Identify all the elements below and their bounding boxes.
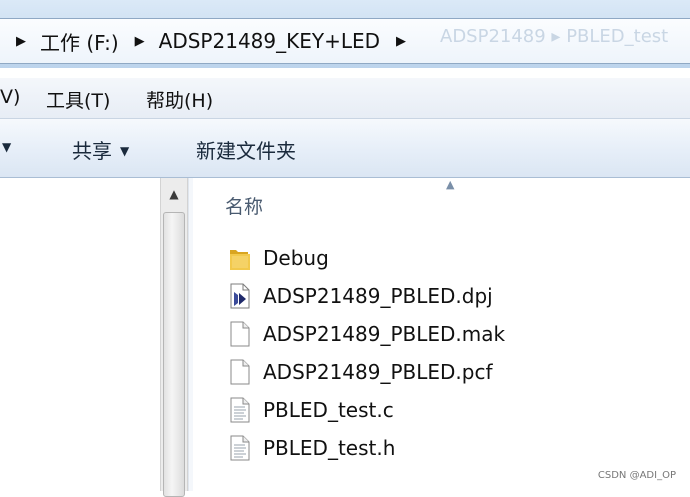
address-faded-text: ADSP21489 ▸ PBLED_test [440,26,669,47]
nav-scrollbar[interactable]: ▲ [160,178,188,497]
column-header-name[interactable]: 名称 [225,192,263,219]
organize-dropdown-caret-icon[interactable]: ▼ [2,135,11,159]
address-bar-region: ▶ 工作 (F:) ▶ ADSP21489_KEY+LED ▶ ADSP2148… [0,0,690,68]
chevron-down-icon: ▼ [120,144,130,158]
share-button[interactable]: 共享 ▼ [72,135,129,164]
text-file-icon [227,433,253,463]
menu-bar: V) 工具(T) 帮助(H) [0,78,690,119]
text-file-icon [227,395,253,425]
sort-ascending-icon: ▲ [446,178,455,191]
blank-file-icon [227,319,253,349]
scroll-thumb[interactable] [163,212,185,497]
file-list: ▲ 名称 Debug ADSP21489_PBLED.dpj ADSP21489… [193,178,690,491]
file-name: Debug [263,246,329,270]
list-item[interactable]: ADSP21489_PBLED.mak [227,318,505,350]
list-item[interactable]: Debug [227,242,329,274]
breadcrumb-folder[interactable]: ADSP21489_KEY+LED [159,29,380,53]
breadcrumb-drive[interactable]: 工作 (F:) [40,27,119,56]
file-name: PBLED_test.c [263,398,394,422]
navigation-pane[interactable] [0,178,160,491]
file-name: ADSP21489_PBLED.pcf [263,360,493,384]
menu-item-help[interactable]: 帮助(H) [146,86,213,113]
menu-item-tools[interactable]: 工具(T) [46,86,110,113]
command-bar: ▼ 共享 ▼ 新建文件夹 [0,119,690,178]
list-item[interactable]: PBLED_test.h [227,432,395,464]
menu-item-view[interactable]: V) [0,86,20,108]
breadcrumb-arrow-icon[interactable]: ▶ [133,34,147,49]
blank-file-icon [227,357,253,387]
list-item[interactable]: ADSP21489_PBLED.dpj [227,280,493,312]
new-folder-button[interactable]: 新建文件夹 [196,135,296,164]
file-name: PBLED_test.h [263,436,396,460]
file-name: ADSP21489_PBLED.dpj [263,284,493,308]
scroll-up-arrow-icon[interactable]: ▲ [162,180,186,208]
breadcrumb-arrow-icon[interactable]: ▶ [394,34,408,49]
list-item[interactable]: ADSP21489_PBLED.pcf [227,356,493,388]
folder-icon [227,243,253,273]
list-item[interactable]: PBLED_test.c [227,394,394,426]
project-file-icon [227,281,253,311]
file-name: ADSP21489_PBLED.mak [263,322,506,346]
share-label: 共享 [72,139,112,163]
watermark: CSDN @ADI_OP [597,470,676,481]
breadcrumb-arrow-icon[interactable]: ▶ [14,34,28,49]
